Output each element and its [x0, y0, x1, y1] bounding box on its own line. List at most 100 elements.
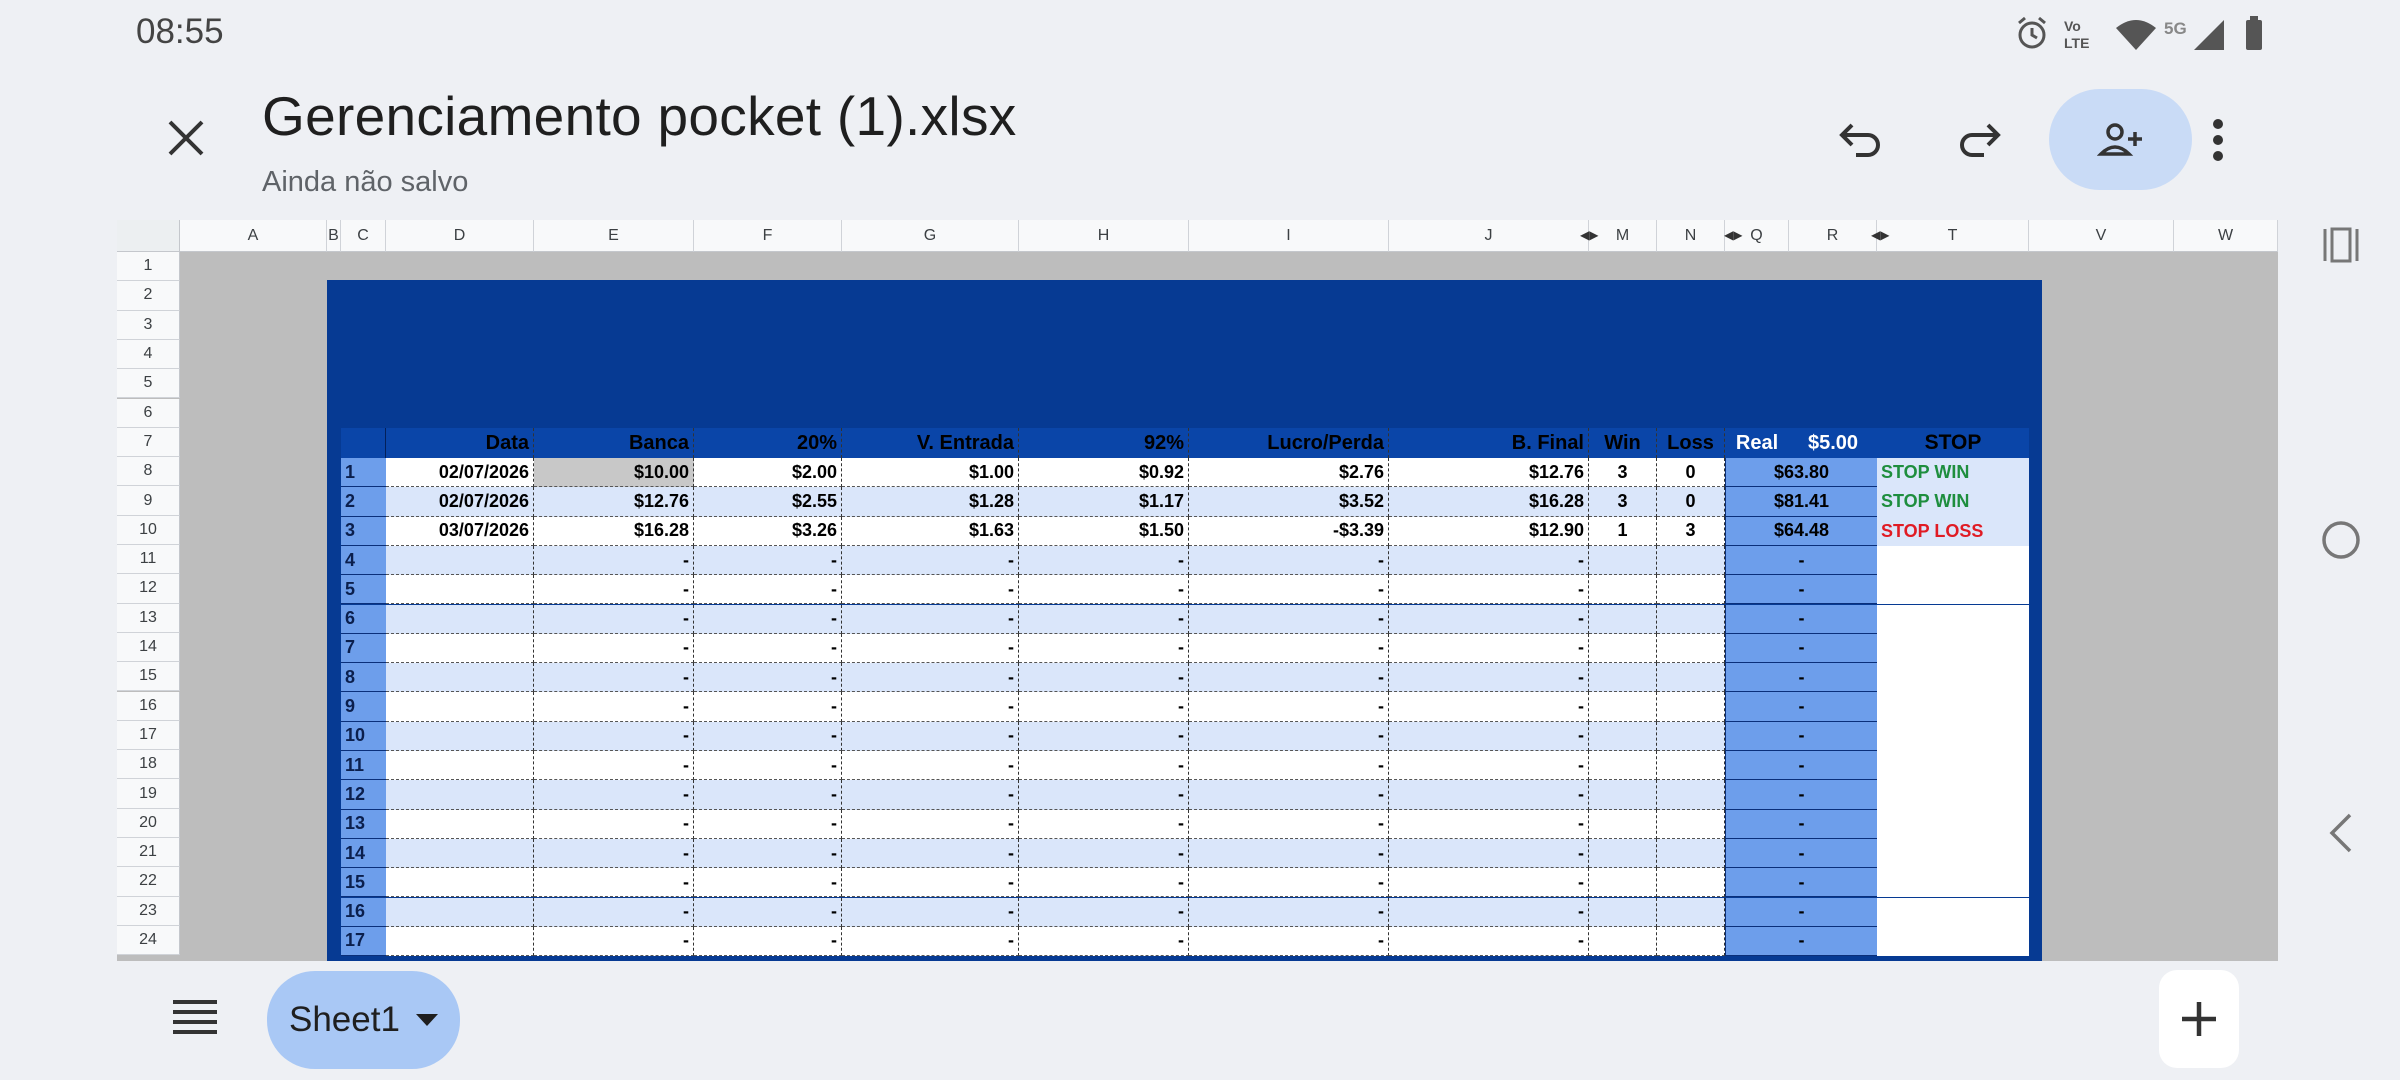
column-title-bfinal[interactable]: B. Final: [1389, 428, 1589, 458]
cell-win[interactable]: [1589, 575, 1657, 605]
cell-stop-status[interactable]: STOP WIN: [1877, 487, 2029, 517]
cell-stop-status[interactable]: STOP WIN: [1877, 458, 2029, 488]
cell-data[interactable]: [386, 545, 534, 576]
row-header[interactable]: 21: [117, 838, 180, 868]
cell-entrada[interactable]: $1.00: [842, 458, 1019, 488]
cell-entrada[interactable]: -: [842, 926, 1019, 957]
header-blank-cell[interactable]: [341, 428, 386, 458]
cell-data[interactable]: [386, 780, 534, 810]
cell-real[interactable]: -: [1725, 545, 1877, 576]
cell-lucro[interactable]: -$3.39: [1189, 516, 1389, 546]
cell-win[interactable]: [1589, 604, 1657, 634]
row-header[interactable]: 2: [117, 281, 180, 311]
cell-stop-status[interactable]: [1877, 545, 2029, 576]
row-header[interactable]: 11: [117, 545, 180, 575]
cell-real[interactable]: -: [1725, 575, 1877, 605]
cell-pct[interactable]: -: [694, 897, 842, 927]
cell-payout[interactable]: -: [1019, 633, 1189, 664]
row-header[interactable]: 7: [117, 427, 180, 458]
cell-lucro[interactable]: -: [1189, 663, 1389, 693]
column-header[interactable]: V: [2029, 220, 2174, 252]
cell-stop-status[interactable]: [1877, 926, 2029, 957]
cell-real[interactable]: -: [1725, 633, 1877, 664]
cell-entrada[interactable]: -: [842, 692, 1019, 722]
row-header[interactable]: 24: [117, 925, 180, 956]
cell-payout[interactable]: -: [1019, 604, 1189, 634]
cell-stop-status[interactable]: [1877, 780, 2029, 810]
cell-data[interactable]: [386, 926, 534, 957]
cell-real[interactable]: -: [1725, 604, 1877, 634]
cell-payout[interactable]: -: [1019, 721, 1189, 751]
cell-win[interactable]: [1589, 780, 1657, 810]
cell-banca[interactable]: -: [534, 780, 694, 810]
column-header[interactable]: H: [1019, 220, 1189, 252]
cell-data[interactable]: [386, 721, 534, 751]
cell-payout[interactable]: -: [1019, 926, 1189, 957]
add-sheet-button[interactable]: [2159, 970, 2239, 1068]
cell-bfinal[interactable]: -: [1389, 780, 1589, 810]
column-header[interactable]: C: [341, 220, 386, 252]
real-base-value[interactable]: $5.00: [1789, 428, 1877, 458]
cell-loss[interactable]: 0: [1657, 487, 1725, 517]
cell-entrada[interactable]: -: [842, 575, 1019, 605]
back-button[interactable]: [2316, 808, 2366, 858]
cell-loss[interactable]: [1657, 575, 1725, 605]
cell-lucro[interactable]: -: [1189, 868, 1389, 898]
cell-loss[interactable]: [1657, 692, 1725, 722]
row-index-cell[interactable]: 12: [341, 780, 386, 810]
column-header[interactable]: W: [2174, 220, 2278, 252]
column-header[interactable]: T: [1877, 220, 2029, 252]
row-index-cell[interactable]: 8: [341, 663, 386, 693]
row-index-cell[interactable]: 3: [341, 516, 386, 546]
row-index-cell[interactable]: 10: [341, 721, 386, 751]
cell-loss[interactable]: [1657, 751, 1725, 781]
column-header[interactable]: I: [1189, 220, 1389, 252]
cell-stop-status[interactable]: [1877, 575, 2029, 605]
cell-win[interactable]: 1: [1589, 516, 1657, 546]
cell-banca[interactable]: -: [534, 868, 694, 898]
cell-loss[interactable]: [1657, 897, 1725, 927]
cell-entrada[interactable]: -: [842, 809, 1019, 839]
cell-banca[interactable]: -: [534, 926, 694, 957]
cell-data[interactable]: [386, 868, 534, 898]
cell-banca[interactable]: $10.00: [534, 458, 694, 488]
cell-pct[interactable]: $2.00: [694, 458, 842, 488]
cell-data[interactable]: [386, 663, 534, 693]
row-index-cell[interactable]: 17: [341, 926, 386, 957]
cell-lucro[interactable]: -: [1189, 692, 1389, 722]
cell-pct[interactable]: -: [694, 633, 842, 664]
cell-bfinal[interactable]: -: [1389, 692, 1589, 722]
row-index-cell[interactable]: 11: [341, 751, 386, 781]
cell-payout[interactable]: -: [1019, 897, 1189, 927]
cell-pct[interactable]: -: [694, 545, 842, 576]
cell-data[interactable]: [386, 897, 534, 927]
cell-entrada[interactable]: $1.28: [842, 487, 1019, 517]
column-header[interactable]: N: [1657, 220, 1725, 252]
cell-payout[interactable]: -: [1019, 545, 1189, 576]
column-header[interactable]: R: [1789, 220, 1877, 252]
column-title-pct[interactable]: 20%: [694, 428, 842, 458]
column-title-banca[interactable]: Banca: [534, 428, 694, 458]
cell-real[interactable]: -: [1725, 926, 1877, 957]
cell-stop-status[interactable]: [1877, 663, 2029, 693]
cell-pct[interactable]: $3.26: [694, 516, 842, 546]
column-title-payout[interactable]: 92%: [1019, 428, 1189, 458]
cell-lucro[interactable]: -: [1189, 838, 1389, 869]
cell-data[interactable]: [386, 809, 534, 839]
cell-entrada[interactable]: -: [842, 780, 1019, 810]
cell-real[interactable]: $81.41: [1725, 487, 1877, 517]
cell-entrada[interactable]: -: [842, 897, 1019, 927]
cell-data[interactable]: [386, 604, 534, 634]
cell-banca[interactable]: -: [534, 545, 694, 576]
cell-entrada[interactable]: $1.63: [842, 516, 1019, 546]
cell-bfinal[interactable]: -: [1389, 926, 1589, 957]
cell-lucro[interactable]: -: [1189, 604, 1389, 634]
cell-lucro[interactable]: -: [1189, 897, 1389, 927]
cell-data[interactable]: 03/07/2026: [386, 516, 534, 546]
more-options-button[interactable]: [2198, 112, 2238, 168]
row-header[interactable]: 10: [117, 515, 180, 545]
cell-stop-status[interactable]: [1877, 751, 2029, 781]
cell-win[interactable]: [1589, 721, 1657, 751]
cell-real[interactable]: -: [1725, 663, 1877, 693]
cell-bfinal[interactable]: -: [1389, 604, 1589, 634]
